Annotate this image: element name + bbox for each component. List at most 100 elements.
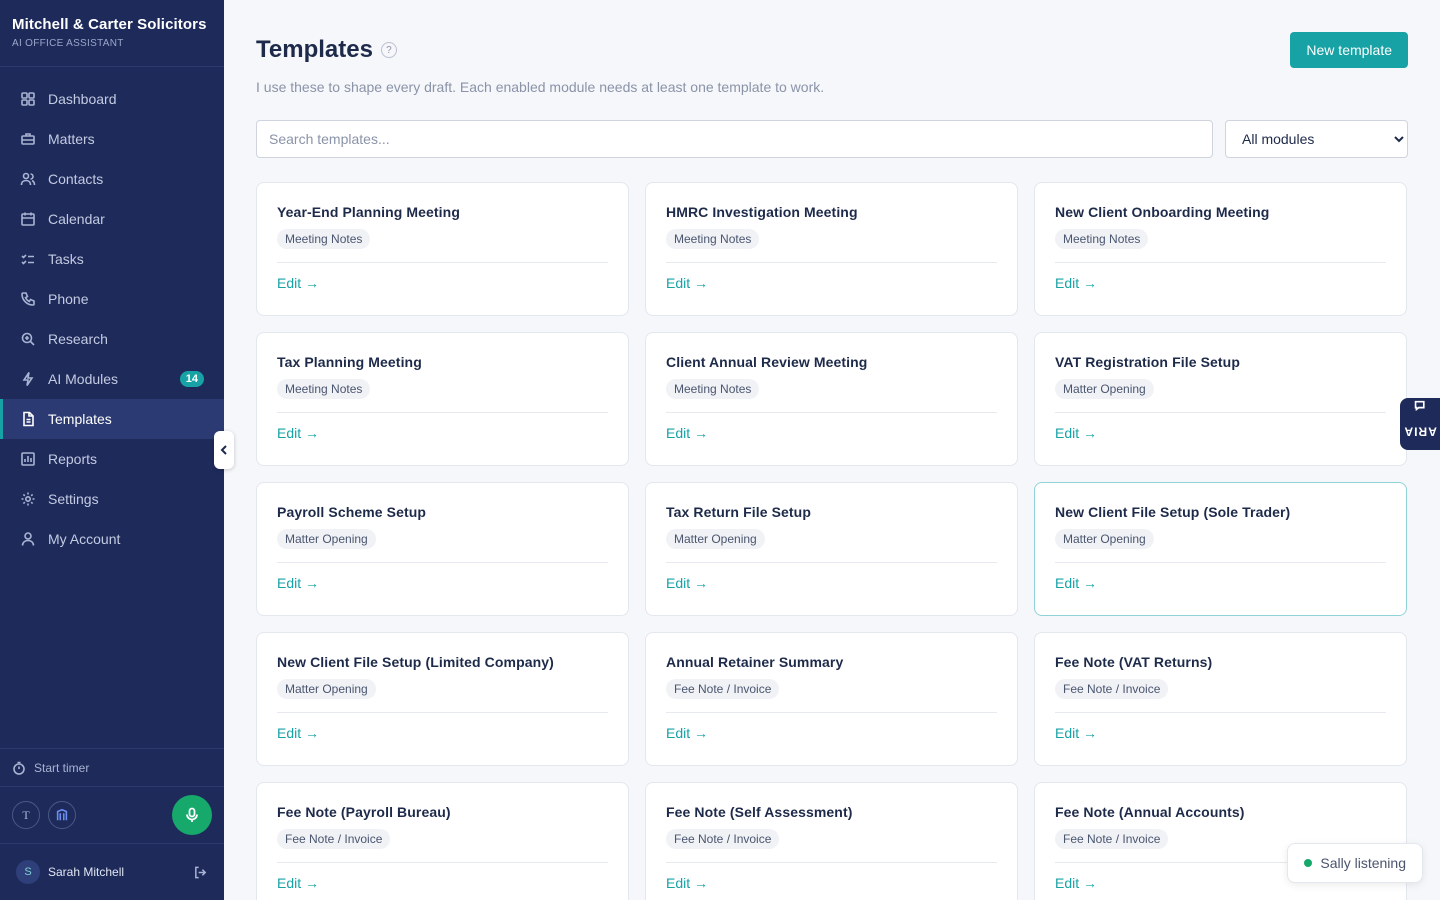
- start-timer-label: Start timer: [34, 760, 90, 775]
- sidebar-item-label: Contacts: [48, 171, 104, 187]
- template-card[interactable]: Fee Note (Payroll Bureau) Fee Note / Inv…: [256, 782, 629, 900]
- sidebar-item-research[interactable]: Research: [0, 319, 224, 359]
- sidebar-item-calendar[interactable]: Calendar: [0, 199, 224, 239]
- template-module-tag: Matter Opening: [277, 679, 376, 699]
- aria-assistant-tab[interactable]: ARIA: [1400, 398, 1440, 450]
- sidebar-item-reports[interactable]: Reports: [0, 439, 224, 479]
- edit-template-link[interactable]: Edit →: [666, 275, 708, 291]
- template-card[interactable]: New Client File Setup (Sole Trader) Matt…: [1034, 482, 1407, 616]
- sidebar-item-label: Research: [48, 331, 108, 347]
- sidebar-item-templates[interactable]: Templates: [0, 399, 224, 439]
- search-input[interactable]: [256, 120, 1213, 158]
- text-tool-button[interactable]: T: [12, 801, 40, 829]
- edit-template-link[interactable]: Edit →: [277, 575, 319, 591]
- microphone-icon: [186, 807, 198, 822]
- template-title: Tax Planning Meeting: [277, 354, 422, 370]
- template-module-tag: Meeting Notes: [277, 379, 371, 399]
- edit-template-link[interactable]: Edit →: [666, 725, 708, 741]
- user-profile[interactable]: S Sarah Mitchell: [0, 843, 224, 900]
- card-divider: [277, 262, 608, 263]
- sidebar: Mitchell & Carter Solicitors AI OFFICE A…: [0, 0, 224, 900]
- sidebar-nav: Dashboard Matters Contacts Calendar Task…: [0, 79, 224, 559]
- template-card[interactable]: Payroll Scheme Setup Matter Opening Edit…: [256, 482, 629, 616]
- sally-listening-status[interactable]: Sally listening: [1287, 843, 1423, 883]
- template-title: Fee Note (Payroll Bureau): [277, 804, 451, 820]
- template-module-tag: Fee Note / Invoice: [666, 679, 780, 699]
- sidebar-item-label: Phone: [48, 291, 89, 307]
- user-name: Sarah Mitchell: [48, 865, 125, 879]
- template-title: New Client Onboarding Meeting: [1055, 204, 1270, 220]
- sidebar-footer: Start timer T S Sarah Mitchell: [0, 748, 224, 900]
- card-divider: [1055, 562, 1386, 563]
- edit-template-link[interactable]: Edit →: [666, 575, 708, 591]
- edit-template-link[interactable]: Edit →: [277, 725, 319, 741]
- card-divider: [277, 562, 608, 563]
- ai-modules-count-badge: 14: [179, 371, 204, 387]
- sidebar-item-contacts[interactable]: Contacts: [0, 159, 224, 199]
- template-card[interactable]: Client Annual Review Meeting Meeting Not…: [645, 332, 1018, 466]
- brand-name: Mitchell & Carter Solicitors: [12, 16, 207, 33]
- template-card[interactable]: Fee Note (Self Assessment) Fee Note / In…: [645, 782, 1018, 900]
- briefcase-icon: [20, 131, 36, 147]
- edit-template-link[interactable]: Edit →: [1055, 425, 1097, 441]
- app-icon-button[interactable]: [48, 801, 76, 829]
- collapse-sidebar-button[interactable]: [214, 431, 234, 469]
- new-template-button[interactable]: New template: [1290, 32, 1408, 68]
- template-title: New Client File Setup (Limited Company): [277, 654, 554, 670]
- text-tool-label: T: [22, 807, 30, 822]
- sidebar-item-label: Dashboard: [48, 91, 117, 107]
- main-content: Templates ? I use these to shape every d…: [224, 0, 1440, 900]
- edit-template-link[interactable]: Edit →: [666, 875, 708, 891]
- microphone-button[interactable]: [172, 795, 212, 835]
- page-title: Templates ?: [256, 36, 397, 64]
- sidebar-item-settings[interactable]: Settings: [0, 479, 224, 519]
- tasks-icon: [20, 251, 36, 267]
- sidebar-item-ai-modules[interactable]: AI Modules 14: [0, 359, 224, 399]
- template-card[interactable]: Tax Return File Setup Matter Opening Edi…: [645, 482, 1018, 616]
- template-card[interactable]: Year-End Planning Meeting Meeting Notes …: [256, 182, 629, 316]
- template-card[interactable]: New Client File Setup (Limited Company) …: [256, 632, 629, 766]
- sidebar-item-phone[interactable]: Phone: [0, 279, 224, 319]
- template-module-tag: Matter Opening: [1055, 379, 1154, 399]
- sidebar-item-label: Templates: [48, 411, 112, 427]
- edit-template-link[interactable]: Edit →: [277, 875, 319, 891]
- logout-icon[interactable]: [193, 865, 208, 883]
- sidebar-item-tasks[interactable]: Tasks: [0, 239, 224, 279]
- sidebar-item-label: Settings: [48, 491, 99, 507]
- edit-template-link[interactable]: Edit →: [277, 425, 319, 441]
- template-title: Year-End Planning Meeting: [277, 204, 460, 220]
- sidebar-item-matters[interactable]: Matters: [0, 119, 224, 159]
- aria-tab-label: ARIA: [1403, 424, 1437, 439]
- edit-template-link[interactable]: Edit →: [277, 275, 319, 291]
- help-icon[interactable]: ?: [380, 42, 397, 58]
- avatar-initial: S: [24, 866, 32, 878]
- template-card[interactable]: Fee Note (VAT Returns) Fee Note / Invoic…: [1034, 632, 1407, 766]
- template-title: Client Annual Review Meeting: [666, 354, 868, 370]
- help-icon-glyph: ?: [386, 44, 392, 56]
- template-card[interactable]: New Client Onboarding Meeting Meeting No…: [1034, 182, 1407, 316]
- template-card[interactable]: Annual Retainer Summary Fee Note / Invoi…: [645, 632, 1018, 766]
- sidebar-item-label: Calendar: [48, 211, 105, 227]
- template-module-tag: Matter Opening: [277, 529, 376, 549]
- gear-icon: [20, 491, 36, 507]
- template-module-tag: Fee Note / Invoice: [1055, 679, 1169, 699]
- sidebar-item-label: Tasks: [48, 251, 84, 267]
- edit-template-link[interactable]: Edit →: [1055, 725, 1097, 741]
- template-card[interactable]: HMRC Investigation Meeting Meeting Notes…: [645, 182, 1018, 316]
- page-subtitle: I use these to shape every draft. Each e…: [256, 79, 825, 95]
- edit-template-link[interactable]: Edit →: [666, 425, 708, 441]
- module-filter-select[interactable]: All modules: [1225, 120, 1408, 158]
- edit-template-link[interactable]: Edit →: [1055, 875, 1097, 891]
- avatar: S: [16, 860, 40, 884]
- template-title: HMRC Investigation Meeting: [666, 204, 858, 220]
- start-timer-button[interactable]: Start timer: [0, 748, 224, 786]
- sidebar-item-my-account[interactable]: My Account: [0, 519, 224, 559]
- sidebar-item-dashboard[interactable]: Dashboard: [0, 79, 224, 119]
- template-card[interactable]: Tax Planning Meeting Meeting Notes Edit …: [256, 332, 629, 466]
- edit-template-link[interactable]: Edit →: [1055, 275, 1097, 291]
- user-icon: [20, 531, 36, 547]
- aria-tab-content: ARIA: [1403, 400, 1437, 448]
- template-card[interactable]: VAT Registration File Setup Matter Openi…: [1034, 332, 1407, 466]
- card-divider: [277, 862, 608, 863]
- edit-template-link[interactable]: Edit →: [1055, 575, 1097, 591]
